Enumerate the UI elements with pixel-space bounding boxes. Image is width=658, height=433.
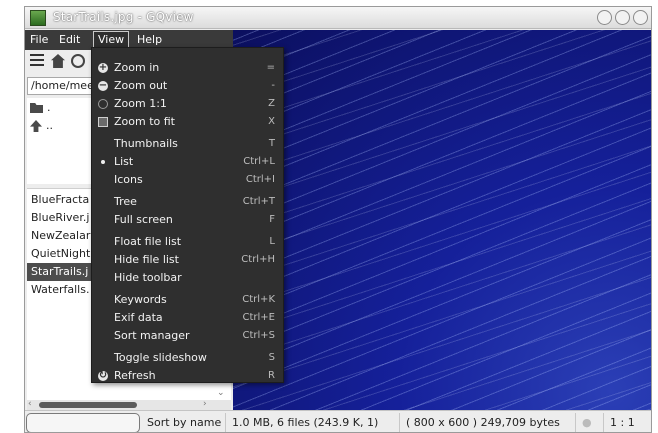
menu-item-label: Toggle slideshow <box>114 351 207 364</box>
folder-icon <box>30 103 43 113</box>
menu-item-keywords[interactable]: Keywords Ctrl+K <box>92 291 283 309</box>
window-controls <box>597 10 648 25</box>
menu-item-accel: Ctrl+L <box>243 156 275 167</box>
menu-item-zoom-in[interactable]: + Zoom in = <box>92 59 283 77</box>
zoom-status: 1 : 1 <box>603 413 651 432</box>
menu-item-label: List <box>114 155 134 168</box>
menu-item-accel: Ctrl+I <box>245 174 275 185</box>
zoom-in-icon: + <box>98 62 108 73</box>
menu-item-label: Icons <box>114 173 143 186</box>
dir-label: . <box>47 101 51 114</box>
home-icon[interactable] <box>51 54 65 68</box>
menu-edit[interactable]: Edit <box>59 33 80 46</box>
menu-item-label: Keywords <box>114 293 167 306</box>
menu-item-accel: F <box>269 214 275 225</box>
menu-item-label: Exif data <box>114 311 163 324</box>
zoom-out-icon: − <box>98 80 108 91</box>
menu-item-refresh[interactable]: ↻ Refresh R <box>92 367 283 385</box>
menu-item-zoom-to-fit[interactable]: Zoom to fit X <box>92 113 283 131</box>
menu-item-label: Zoom to fit <box>114 115 175 128</box>
menu-item-list[interactable]: List Ctrl+L <box>92 153 283 171</box>
image-info-status: ( 800 x 600 ) 249,709 bytes <box>399 413 566 432</box>
horizontal-scrollbar[interactable]: ‹ › <box>27 399 231 410</box>
menu-item-sort-manager[interactable]: Sort manager Ctrl+S <box>92 327 283 345</box>
dir-label: .. <box>46 119 53 132</box>
menu-item-accel: Ctrl+H <box>241 254 275 265</box>
menu-item-accel: = <box>266 62 275 73</box>
menu-item-accel: T <box>268 138 275 149</box>
busy-indicator-icon: ● <box>575 413 598 432</box>
list-view-icon[interactable] <box>30 54 44 68</box>
dir-item-current[interactable]: . <box>30 100 51 116</box>
menu-file[interactable]: File <box>30 33 48 46</box>
menu-item-accel: L <box>269 236 275 247</box>
menu-item-accel: - <box>271 80 275 91</box>
menu-separator <box>96 231 279 232</box>
menu-item-thumbnails[interactable]: Thumbnails T <box>92 135 283 153</box>
menu-item-icons[interactable]: Icons Ctrl+I <box>92 171 283 189</box>
path-combo[interactable] <box>26 413 140 432</box>
up-folder-icon[interactable] <box>71 54 85 68</box>
window-title: StarTrails.jpg - GQview <box>53 10 194 24</box>
scroll-right-arrow-icon[interactable]: › <box>203 399 207 409</box>
menu-item-tree[interactable]: Tree Ctrl+T <box>92 193 283 211</box>
dir-item-parent[interactable]: .. <box>30 118 53 134</box>
menu-item-hide-file-list[interactable]: Hide file list Ctrl+H <box>92 251 283 269</box>
menu-separator <box>96 133 279 134</box>
menu-item-exif-data[interactable]: Exif data Ctrl+E <box>92 309 283 327</box>
menu-item-label: Zoom 1:1 <box>114 97 167 110</box>
scroll-left-arrow-icon[interactable]: ‹ <box>28 399 32 409</box>
view-menu-dropdown: + Zoom in = − Zoom out - Zoom 1:1 Z Zoom… <box>91 47 284 383</box>
menu-item-float-file-list[interactable]: Float file list L <box>92 233 283 251</box>
menu-item-label: Full screen <box>114 213 173 226</box>
menu-item-hide-toolbar[interactable]: Hide toolbar <box>92 269 283 287</box>
maximize-button[interactable] <box>615 10 630 25</box>
menu-item-label: Sort manager <box>114 329 190 342</box>
file-count-status: 1.0 MB, 6 files (243.9 K, 1) <box>225 413 384 432</box>
menu-item-label: Hide toolbar <box>114 271 182 284</box>
menu-item-zoom-1-1[interactable]: Zoom 1:1 Z <box>92 95 283 113</box>
minimize-button[interactable] <box>597 10 612 25</box>
menu-item-accel: R <box>268 370 275 381</box>
menu-separator <box>96 191 279 192</box>
menu-item-label: Hide file list <box>114 253 179 266</box>
zoom-fit-icon <box>98 117 108 127</box>
parent-folder-icon <box>30 120 42 132</box>
refresh-icon: ↻ <box>98 370 108 381</box>
title-bar[interactable]: StarTrails.jpg - GQview <box>25 7 651 29</box>
menu-item-label: Refresh <box>114 369 156 382</box>
menu-separator <box>96 347 279 348</box>
menu-item-label: Zoom out <box>114 79 168 92</box>
menu-item-label: Thumbnails <box>114 137 178 150</box>
menu-item-accel: X <box>268 116 275 127</box>
menu-item-accel: Ctrl+E <box>242 312 276 323</box>
scrollbar-thumb[interactable] <box>39 402 137 408</box>
menu-item-zoom-out[interactable]: − Zoom out - <box>92 77 283 95</box>
menu-item-accel: Ctrl+S <box>242 330 275 341</box>
zoom-100-icon <box>98 99 108 109</box>
status-bar: Sort by name 1.0 MB, 6 files (243.9 K, 1… <box>25 410 651 432</box>
app-icon <box>30 10 46 26</box>
menu-separator <box>96 289 279 290</box>
menu-item-label: Float file list <box>114 235 182 248</box>
menu-item-toggle-slideshow[interactable]: Toggle slideshow S <box>92 349 283 367</box>
menu-item-accel: S <box>268 352 275 363</box>
menu-item-accel: Ctrl+K <box>242 294 275 305</box>
scroll-down-arrow-icon[interactable]: ⌄ <box>217 388 225 398</box>
menu-item-full-screen[interactable]: Full screen F <box>92 211 283 229</box>
menu-item-label: Zoom in <box>114 61 160 74</box>
menu-help[interactable]: Help <box>137 33 162 46</box>
menu-item-accel: Ctrl+T <box>242 196 275 207</box>
radio-selected-icon <box>101 160 105 164</box>
close-button[interactable] <box>633 10 648 25</box>
menu-item-label: Tree <box>114 195 137 208</box>
menu-item-accel: Z <box>268 98 275 109</box>
sort-button[interactable]: Sort by name <box>147 416 221 429</box>
image-view[interactable] <box>233 30 651 410</box>
